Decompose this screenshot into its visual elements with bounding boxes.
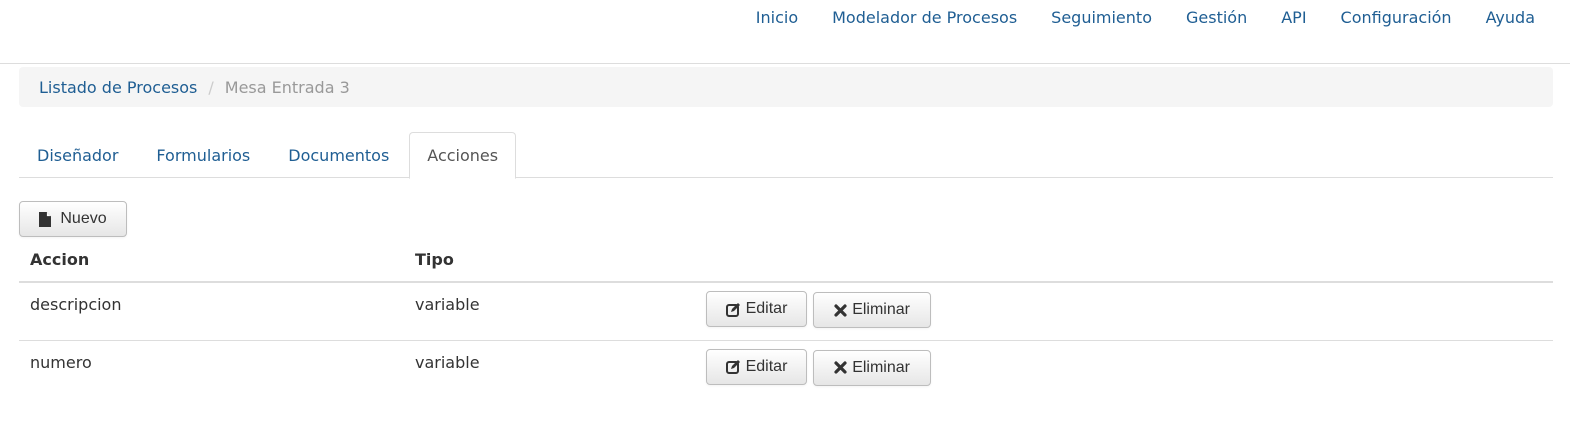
edit-icon	[725, 302, 740, 317]
edit-button-label: Editar	[745, 300, 788, 317]
cell-tipo: variable	[404, 282, 695, 341]
nav-item-gestion[interactable]: Gestión	[1186, 7, 1247, 29]
tab-formularios[interactable]: Formularios	[138, 132, 268, 178]
delete-button-label: Eliminar	[852, 358, 910, 376]
process-tabs: Diseñador Formularios Documentos Accione…	[19, 132, 1553, 179]
breadcrumb-current: Mesa Entrada 3	[224, 77, 350, 97]
header-tipo: Tipo	[404, 238, 695, 283]
cell-accion: numero	[30, 352, 92, 372]
header-actions	[695, 238, 1553, 283]
actions-table: Accion Tipo descripcion variable Editar	[19, 238, 1553, 398]
nav-item-configuracion[interactable]: Configuración	[1341, 7, 1452, 29]
nav-menu: Inicio Modelador de Procesos Seguimiento…	[722, 7, 1535, 29]
breadcrumb: Listado de Procesos / Mesa Entrada 3	[19, 67, 1553, 107]
tab-disenador[interactable]: Diseñador	[19, 132, 136, 178]
tab-acciones[interactable]: Acciones	[409, 132, 517, 179]
cell-accion: descripcion	[19, 282, 404, 341]
cell-actions: Editar Eliminar	[695, 282, 1553, 341]
header-accion: Accion	[19, 238, 404, 283]
cell-tipo: variable	[415, 352, 480, 372]
new-button-label: Nuevo	[60, 210, 107, 227]
nav-item-ayuda[interactable]: Ayuda	[1486, 7, 1535, 29]
top-navbar: Inicio Modelador de Procesos Seguimiento…	[0, 0, 1570, 64]
cell-actions: Editar Eliminar	[695, 340, 1553, 398]
close-icon	[834, 303, 847, 317]
delete-button[interactable]: Eliminar	[813, 292, 932, 328]
table-header-row: Accion Tipo	[19, 238, 1553, 283]
nav-item-api[interactable]: API	[1281, 7, 1306, 29]
breadcrumb-link-listado[interactable]: Listado de Procesos	[39, 78, 197, 97]
edit-button-label: Editar	[745, 357, 788, 375]
nav-item-inicio[interactable]: Inicio	[756, 7, 798, 29]
table-row: descripcion variable Editar Eliminar	[19, 282, 1553, 341]
delete-button[interactable]: Eliminar	[813, 349, 932, 386]
nav-item-modelador[interactable]: Modelador de Procesos	[832, 7, 1017, 29]
nav-item-seguimiento[interactable]: Seguimiento	[1051, 7, 1152, 29]
edit-icon	[725, 360, 740, 374]
breadcrumb-separator: /	[208, 77, 214, 97]
tab-documentos[interactable]: Documentos	[270, 132, 407, 178]
table-row: numero variable Editar Eliminar	[19, 340, 1553, 398]
close-icon	[834, 361, 847, 374]
file-icon	[39, 211, 52, 227]
edit-button[interactable]: Editar	[706, 291, 807, 327]
new-action-button[interactable]: Nuevo	[19, 201, 127, 237]
delete-button-label: Eliminar	[852, 301, 910, 318]
edit-button[interactable]: Editar	[706, 348, 807, 385]
